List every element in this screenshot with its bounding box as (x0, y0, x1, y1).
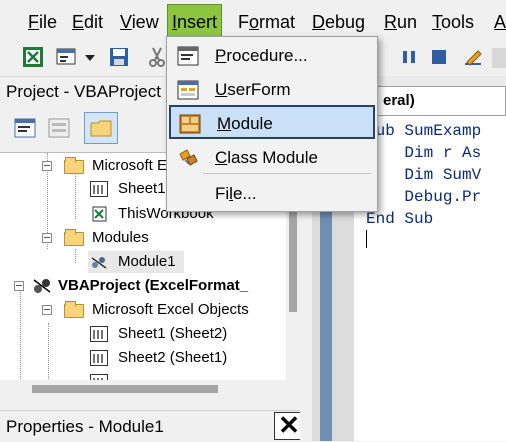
menu-edit[interactable]: Edit (70, 9, 105, 35)
break-icon[interactable] (398, 46, 420, 68)
toggle-folders-button[interactable] (84, 112, 118, 144)
view-object-icon[interactable] (48, 118, 70, 138)
menu-add-ins[interactable]: A (492, 9, 506, 35)
save-icon[interactable] (108, 46, 130, 68)
menu-separator (203, 173, 371, 174)
code-line: Debug.Pr (366, 188, 482, 206)
module-icon (91, 257, 107, 269)
class-module-icon (179, 149, 198, 166)
text-cursor (366, 230, 367, 248)
menu-insert[interactable]: Insert (166, 4, 223, 40)
toolbar-overflow (492, 48, 506, 68)
collapse-icon[interactable] (42, 305, 52, 315)
design-mode-icon[interactable] (462, 46, 484, 68)
menu-item-procedure[interactable]: Procedure... (169, 39, 375, 73)
module-icon (179, 114, 201, 134)
menu-bar: File Edit View Insert Format Debug Run T… (0, 0, 506, 40)
collapse-icon[interactable] (42, 161, 52, 171)
tree-item-module1[interactable]: Module1 (88, 251, 184, 273)
tree-item-vbaproject-excelformat[interactable]: VBAProject (ExcelFormat_ (12, 275, 286, 297)
workbook-icon (92, 206, 107, 222)
tree-item-sheet1-sheet2[interactable]: Sheet1 (Sheet2) (88, 323, 286, 345)
procedure-icon (177, 46, 199, 66)
reset-icon[interactable] (428, 46, 450, 68)
menu-item-file[interactable]: File... (169, 177, 375, 211)
menu-format[interactable]: Format (236, 9, 297, 35)
menu-run[interactable]: Run (382, 9, 419, 35)
menu-item-module[interactable]: Module (169, 105, 375, 139)
scrollbar-thumb[interactable] (32, 385, 218, 393)
menu-file[interactable]: File (26, 9, 59, 35)
insert-userform-icon[interactable] (56, 46, 78, 68)
code-line: Sub SumExamp (366, 122, 482, 140)
vbaproject-icon (33, 279, 51, 293)
insert-menu-dropdown: Procedure... UserForm Module Class Modul… (166, 36, 378, 212)
chevron-down-icon[interactable] (82, 46, 98, 68)
close-icon: ✕ (278, 410, 300, 440)
code-line: Dim r As (366, 144, 482, 162)
collapse-icon[interactable] (14, 281, 24, 291)
tree-item-modules[interactable]: Modules (40, 227, 286, 249)
menu-tools[interactable]: Tools (430, 9, 476, 35)
excel-view-icon[interactable] (22, 46, 44, 68)
code-line: Dim SumV (366, 166, 482, 184)
folder-icon (90, 120, 112, 137)
tree-horizontal-scrollbar[interactable] (0, 380, 300, 400)
menu-item-class-module[interactable]: Class Module (169, 141, 375, 175)
tree-item-sheet2-sheet1[interactable]: Sheet2 (Sheet1) (88, 347, 286, 369)
cut-icon[interactable] (146, 46, 168, 68)
menu-debug[interactable]: Debug (310, 9, 367, 35)
menu-view[interactable]: View (118, 9, 161, 35)
sheet-icon (90, 326, 108, 342)
collapse-icon[interactable] (42, 233, 52, 243)
menu-item-userform[interactable]: UserForm (169, 73, 375, 107)
folder-icon (64, 229, 84, 246)
tree-item-microsoft-excel-objects-2[interactable]: Microsoft Excel Objects (40, 299, 286, 321)
sheet-icon (90, 350, 108, 366)
view-code-icon[interactable] (14, 118, 36, 138)
folder-icon (64, 157, 84, 174)
properties-title: Properties - Module1 (0, 410, 306, 441)
sheet-icon (90, 181, 108, 197)
userform-icon (177, 80, 199, 100)
folder-icon (64, 301, 84, 318)
